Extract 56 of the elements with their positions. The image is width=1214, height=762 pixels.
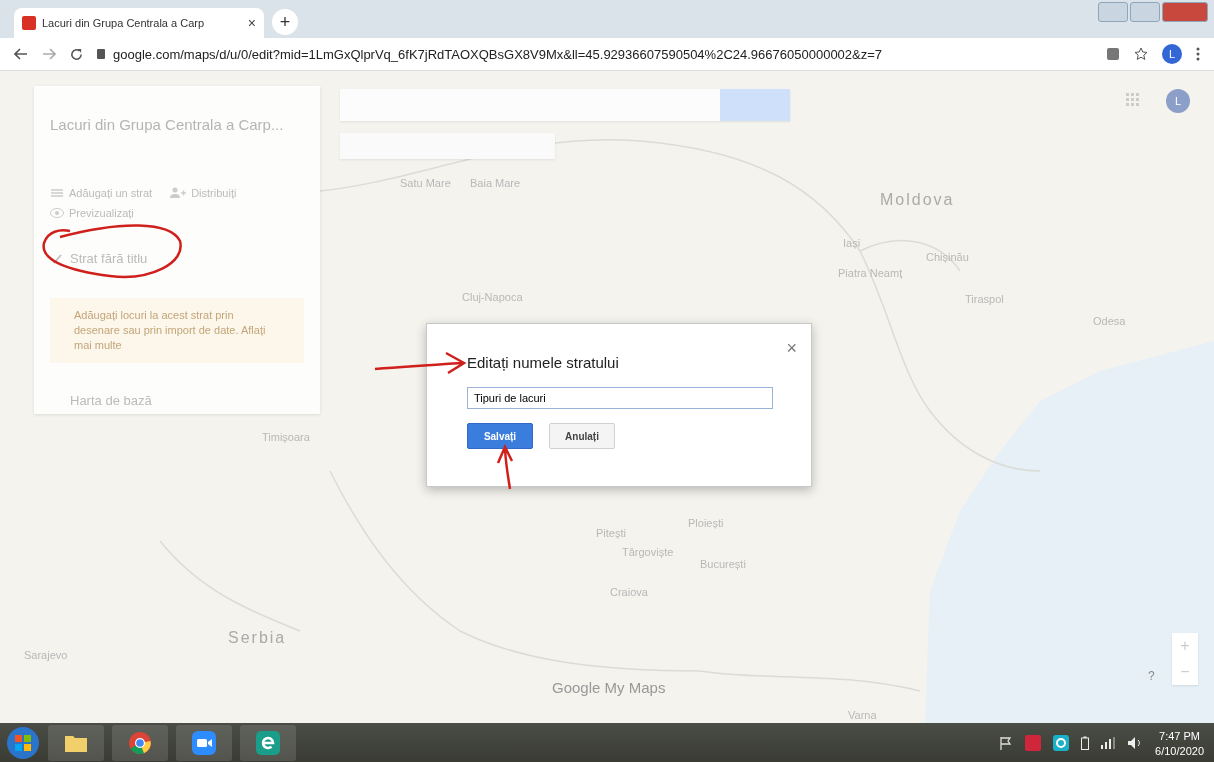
city-label: Cluj-Napoca <box>462 291 523 303</box>
back-icon[interactable] <box>14 48 28 60</box>
country-label: Serbia <box>228 629 287 647</box>
layers-icon <box>50 188 64 198</box>
city-label: Satu Mare <box>400 177 451 189</box>
eye-icon <box>50 208 64 218</box>
folder-taskbar-icon[interactable] <box>48 725 104 761</box>
city-label: Chișinău <box>926 251 969 263</box>
new-tab-button[interactable]: + <box>272 9 298 35</box>
city-label: Baia Mare <box>470 177 521 189</box>
map-brand-text: Google My Maps <box>552 679 666 696</box>
tab-title: Lacuri din Grupa Centrala a Carp <box>42 17 206 29</box>
city-label: Pitești <box>596 527 626 539</box>
profile-avatar[interactable]: L <box>1166 89 1190 113</box>
country-label: Moldova <box>880 191 955 209</box>
signal-icon[interactable] <box>1101 737 1116 749</box>
cancel-button[interactable]: Anulați <box>549 423 615 449</box>
city-label: Odesa <box>1093 315 1126 327</box>
e-letter-tray-icon[interactable] <box>1053 735 1070 751</box>
video-camera-taskbar-icon[interactable] <box>176 725 232 761</box>
dialog-title: Editați numele stratului <box>467 354 620 371</box>
layer-name-input[interactable]: Tipuri de lacuri <box>467 387 773 409</box>
layer-hint: Adăugați locuri la acest strat prin desenare sau prin import de date. Aflați mai multe <box>50 298 304 363</box>
person-add-icon <box>170 187 187 199</box>
start-button[interactable] <box>6 726 40 760</box>
city-label: Piatra Neamț <box>838 267 903 279</box>
help-button[interactable]: ? <box>1148 669 1155 683</box>
city-label: Iași <box>843 237 861 249</box>
city-label: Ploiești <box>688 517 724 529</box>
more-icon[interactable] <box>1196 47 1200 61</box>
city-label: Tiraspol <box>965 293 1004 305</box>
flag-icon[interactable] <box>999 736 1014 750</box>
reload-icon[interactable] <box>70 47 83 61</box>
lock-icon <box>97 49 105 59</box>
taskbar-clock[interactable]: 7:47 PM 6/10/2020 <box>1155 729 1204 757</box>
profile-avatar[interactable]: L <box>1162 44 1182 64</box>
city-label: Varna <box>848 709 877 721</box>
city-label: Sarajevo <box>24 649 68 661</box>
map-pin-icon <box>22 16 36 30</box>
browser-tab[interactable]: Lacuri din Grupa Centrala a Carp × <box>14 8 264 38</box>
city-label: Târgoviște <box>622 546 674 558</box>
close-tab-button[interactable]: × <box>247 15 256 31</box>
e-letter-taskbar-icon[interactable] <box>240 725 296 761</box>
save-button[interactable]: Salvați <box>467 423 533 449</box>
annotation-arrow <box>496 445 514 491</box>
battery-icon[interactable] <box>1081 736 1090 750</box>
browser-taskbar-icon[interactable] <box>112 725 168 761</box>
city-label: Craiova <box>610 586 648 598</box>
city-label: Timișoara <box>262 431 310 443</box>
city-label: București <box>700 558 746 570</box>
search-field[interactable] <box>340 89 790 121</box>
layer-checkbox[interactable] <box>50 252 62 265</box>
star-icon[interactable] <box>1134 47 1148 61</box>
close-button[interactable]: × <box>786 338 797 359</box>
url-text[interactable]: google.com/maps/d/u/0/edit?mid=1LmGxQlprVq_6fK7jRdTAOXQBsGX8V9Mx&ll=45.92936607590504%2C24.96676050000002&z=7 <box>113 46 883 62</box>
map-title[interactable]: Lacuri din Grupa Centrala a Carp... <box>50 116 304 133</box>
